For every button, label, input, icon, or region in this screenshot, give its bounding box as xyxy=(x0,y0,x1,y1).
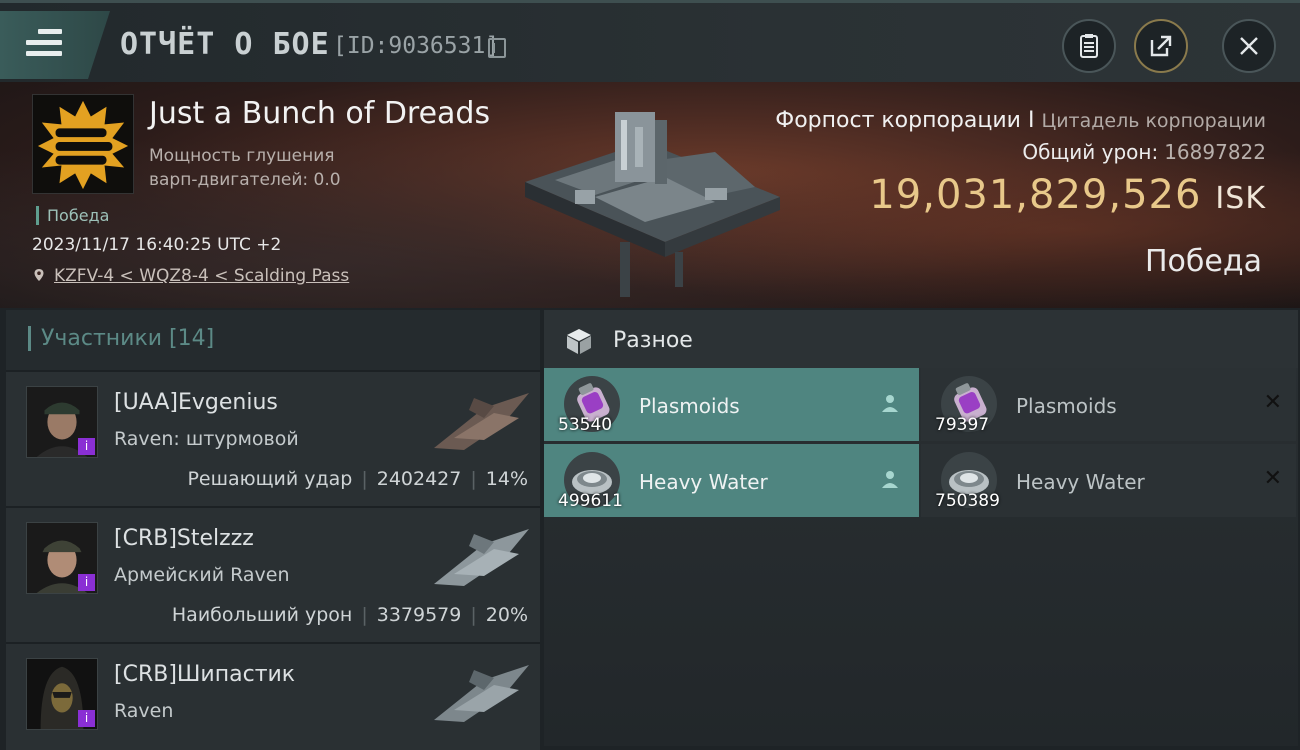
battle-result: Победа xyxy=(1145,244,1262,279)
participant-row[interactable]: i [UAA]Evgenius Raven: штурмовой Решающи… xyxy=(6,370,540,506)
page-title: ОТЧЁТ О БОЕ xyxy=(120,27,330,62)
location-text[interactable]: KZFV-4 < WQZ8-4 < Scalding Pass xyxy=(54,266,349,286)
item-name: Plasmoids xyxy=(639,394,740,418)
share-icon xyxy=(1150,35,1172,57)
corporation-name[interactable]: Just a Bunch of Dreads xyxy=(149,96,490,131)
participant-name[interactable]: [CRB]Stelzzz xyxy=(114,526,254,551)
total-damage-label: Общий урон: xyxy=(1022,140,1159,164)
participant-stats: Решающий удар | 2402427 | 14% xyxy=(187,468,528,490)
warp-label: Мощность глушения xyxy=(149,146,335,166)
participant-row[interactable]: i [CRB]Шипастик Raven xyxy=(6,642,540,750)
participant-ship: Raven xyxy=(114,700,174,722)
battle-datetime: 2023/11/17 16:40:25 UTC +2 xyxy=(32,235,282,255)
isk-amount: 19,031,829,526 xyxy=(869,172,1202,218)
participant-ship: Raven: штурмовой xyxy=(114,428,299,450)
cargo-box-icon xyxy=(567,329,591,354)
participant-row[interactable]: i [CRB]Stelzzz Армейский Raven Наибольши… xyxy=(6,506,540,642)
item-quantity: 750389 xyxy=(935,491,1000,511)
close-button[interactable] xyxy=(1222,19,1276,73)
destroyed-x-icon: ✕ xyxy=(1263,390,1282,415)
loot-item[interactable]: 53540 Plasmoids xyxy=(544,368,919,441)
menu-button[interactable] xyxy=(0,11,110,79)
items-title: Разное xyxy=(613,328,693,353)
avatar[interactable]: i xyxy=(26,658,98,730)
target-type: Цитадель корпорации xyxy=(1041,110,1266,132)
corp-logo[interactable] xyxy=(32,94,134,194)
corp-logo-icon xyxy=(34,95,132,193)
target-name: Форпост корпорации I xyxy=(775,108,1035,133)
item-name: Plasmoids xyxy=(1016,394,1117,418)
clipboard-icon xyxy=(1080,34,1098,58)
info-badge-icon[interactable]: i xyxy=(78,574,95,591)
avatar[interactable]: i xyxy=(26,522,98,594)
person-icon[interactable] xyxy=(879,468,901,490)
target-structure[interactable]: Форпост корпорации I Цитадель корпорации xyxy=(775,108,1266,133)
loot-item[interactable]: 499611 Heavy Water xyxy=(544,444,919,517)
isk-value: 19,031,829,526 ISK xyxy=(869,172,1266,218)
share-button[interactable] xyxy=(1134,19,1188,73)
participant-role: Наибольший урон xyxy=(171,604,353,626)
ship-image xyxy=(434,393,529,450)
battle-report-window: ОТЧЁТ О БОЕ [ID:9036531] Just a Bunch of… xyxy=(0,0,1300,750)
report-id: [ID:9036531] xyxy=(333,33,500,59)
copy-icon[interactable] xyxy=(488,38,506,58)
item-name: Heavy Water xyxy=(639,470,768,494)
avatar[interactable]: i xyxy=(26,386,98,458)
close-icon xyxy=(1240,37,1258,55)
location-pin-icon xyxy=(34,269,44,281)
participant-damage: 3379579 xyxy=(376,604,462,626)
destroyed-x-icon: ✕ xyxy=(1263,466,1282,491)
status-badge: Победа xyxy=(36,206,109,225)
location-link[interactable]: KZFV-4 < WQZ8-4 < Scalding Pass xyxy=(32,266,349,286)
header-bar: ОТЧЁТ О БОЕ [ID:9036531] xyxy=(0,0,1300,82)
items-panel: Разное 53540 Plasmoids 79397 Plasmoids ✕… xyxy=(544,310,1298,746)
warp-value: варп-двигателей: 0.0 xyxy=(149,170,341,190)
participants-title: Участники [14] xyxy=(28,326,214,351)
items-header: Разное xyxy=(544,310,1298,368)
item-quantity: 53540 xyxy=(558,415,613,435)
participant-ship: Армейский Raven xyxy=(114,564,290,586)
total-damage-value: 16897822 xyxy=(1164,140,1266,164)
item-name: Heavy Water xyxy=(1016,470,1145,494)
item-quantity: 79397 xyxy=(935,415,990,435)
citadel-structure-image xyxy=(525,112,780,297)
loot-item[interactable]: 79397 Plasmoids ✕ xyxy=(921,368,1296,441)
isk-unit: ISK xyxy=(1215,181,1266,216)
ship-image xyxy=(434,529,529,586)
clipboard-button[interactable] xyxy=(1062,19,1116,73)
total-damage: Общий урон: 16897822 xyxy=(1022,140,1266,164)
warp-disruption-info: Мощность глушения варп-двигателей: 0.0 xyxy=(149,144,341,192)
participant-percent: 20% xyxy=(485,604,528,626)
item-quantity: 499611 xyxy=(558,491,623,511)
ship-image xyxy=(434,665,529,722)
participant-damage: 2402427 xyxy=(376,468,462,490)
person-icon[interactable] xyxy=(879,392,901,414)
participant-role: Решающий удар xyxy=(187,468,353,490)
info-badge-icon[interactable]: i xyxy=(78,438,95,455)
loot-item[interactable]: 750389 Heavy Water ✕ xyxy=(921,444,1296,517)
participant-name[interactable]: [CRB]Шипастик xyxy=(114,662,295,687)
participant-name[interactable]: [UAA]Evgenius xyxy=(114,390,278,415)
participants-panel: Участники [14] i [UAA]Evgenius Raven: шт… xyxy=(6,310,540,750)
info-badge-icon[interactable]: i xyxy=(78,710,95,727)
participant-stats: Наибольший урон | 3379579 | 20% xyxy=(171,604,528,626)
menu-icon xyxy=(26,29,62,59)
participant-percent: 14% xyxy=(485,468,528,490)
battle-summary-banner: Just a Bunch of Dreads Мощность глушения… xyxy=(0,82,1300,308)
